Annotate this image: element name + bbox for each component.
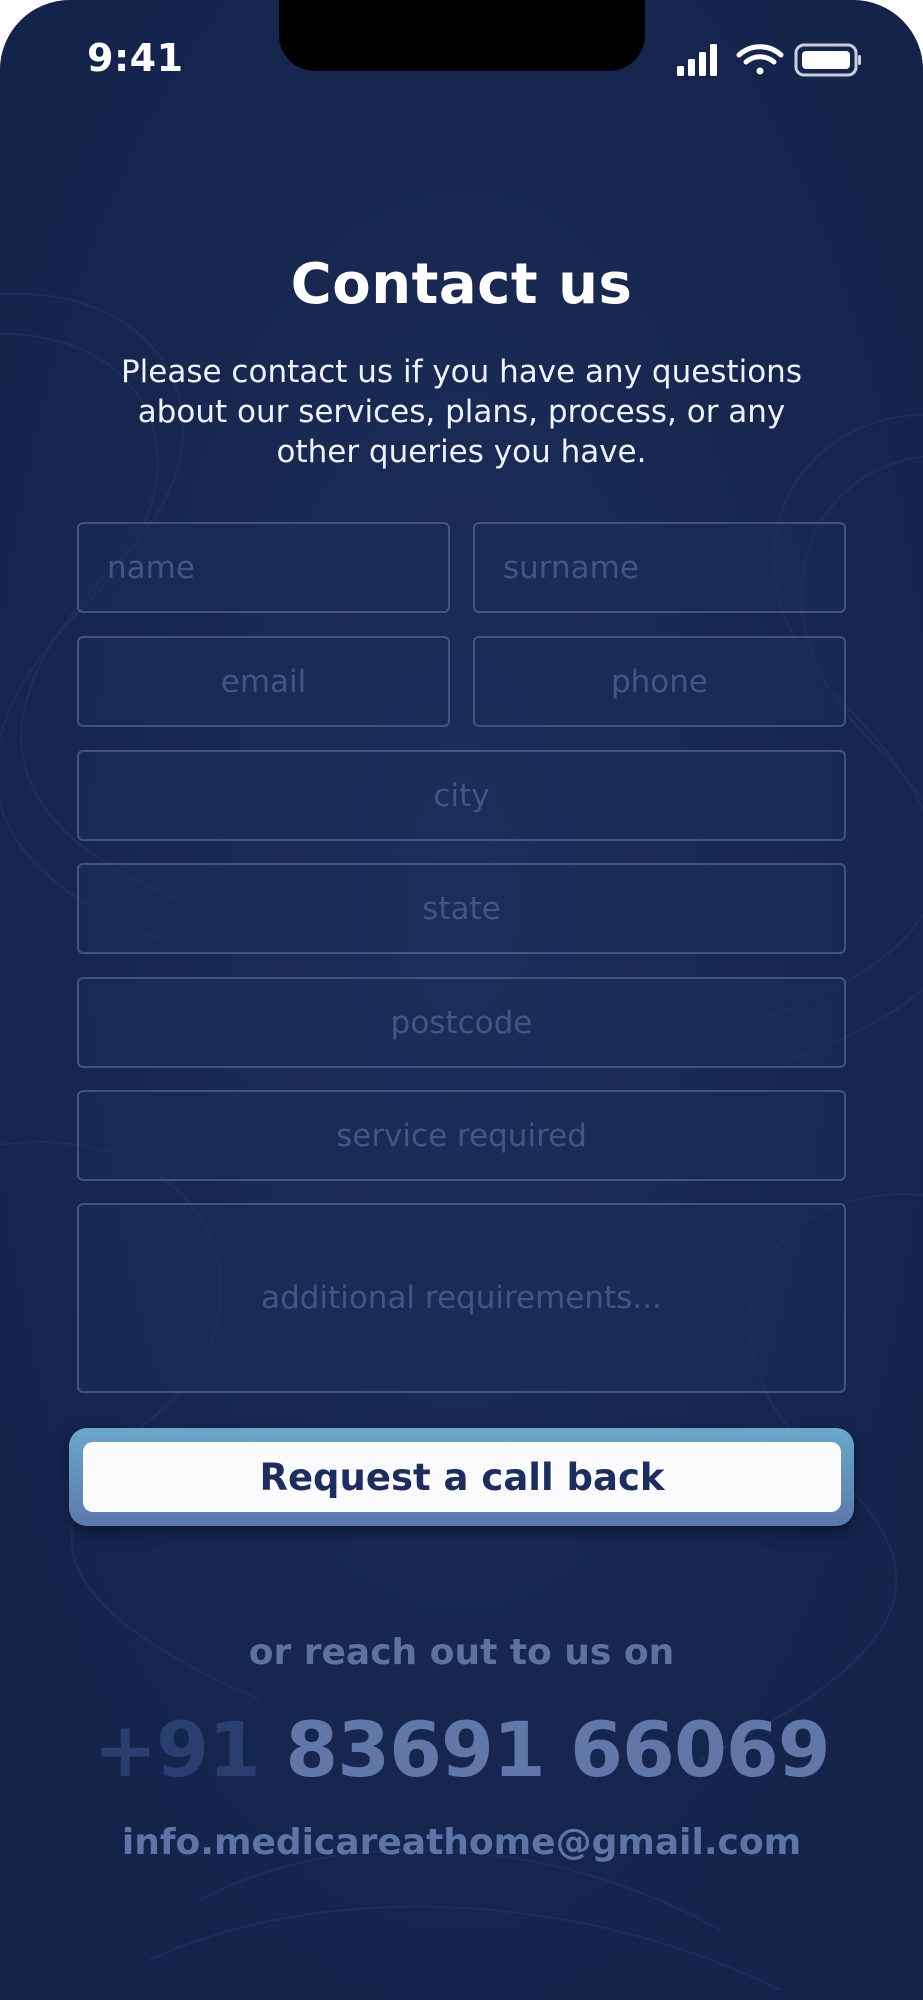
request-call-back-frame: Request a call back [69,1428,854,1526]
phone-number: 83691 66069 [285,1705,830,1794]
status-time: 9:41 [87,36,184,80]
page-subtitle: Please contact us if you have any questi… [120,354,802,470]
city-input[interactable]: city [77,750,846,841]
additional-requirements-textarea[interactable]: additional requirements... [77,1203,846,1393]
state-input[interactable]: state [77,863,846,954]
phone-country-code: +91 [93,1705,260,1794]
surname-input[interactable]: surname [473,522,846,613]
cellular-signal-icon [677,44,717,76]
postcode-input[interactable]: postcode [77,977,846,1068]
phone-input[interactable]: phone [473,636,846,727]
status-icons [677,43,861,77]
email-input[interactable]: email [77,636,450,727]
reach-out-text: or reach out to us on [248,1632,675,1673]
request-call-back-button[interactable]: Request a call back [83,1442,841,1512]
service-required-input[interactable]: service required [77,1090,846,1181]
battery-icon [794,43,861,77]
device-notch [279,0,645,71]
contact-email[interactable]: info.medicareathome@gmail.com [0,1822,923,1863]
name-input[interactable]: name [77,522,450,613]
wifi-icon [736,44,784,75]
phone-screen: 9:41 Contact us Please contact us if you… [0,0,923,2000]
page-title: Contact us [290,252,633,317]
contact-phone[interactable]: +91 83691 66069 [0,1705,923,1794]
